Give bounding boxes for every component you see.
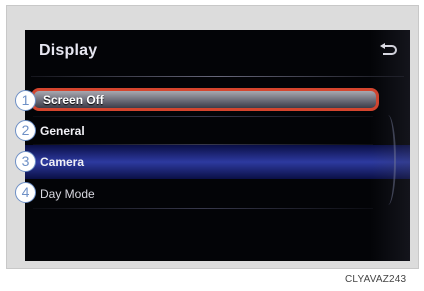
menu-item-general[interactable]: General [31, 118, 379, 144]
back-arrow-icon [380, 43, 397, 55]
header-divider [31, 76, 404, 77]
menu-item-camera[interactable]: Camera [25, 145, 410, 179]
callout-4: 4 [15, 182, 36, 203]
menu-item-day-mode[interactable]: Day Mode [31, 181, 379, 207]
callout-2: 2 [15, 120, 36, 141]
callout-1: 1 [15, 90, 36, 111]
back-button[interactable] [376, 40, 400, 62]
screen-title: Display [39, 42, 98, 59]
menu-item-label: Camera [40, 155, 85, 169]
menu-item-label: Day Mode [40, 187, 95, 201]
menu-item-label: General [40, 124, 85, 138]
menu-item-label: Screen Off [43, 92, 104, 107]
divider [33, 208, 373, 209]
figure-code: CLYAVAZ243 [345, 274, 407, 285]
divider [33, 116, 373, 117]
menu-item-screen-off[interactable]: Screen Off [31, 88, 379, 111]
callout-3: 3 [15, 151, 36, 172]
display-screen: Display Screen Off General Camera Day Mo… [25, 30, 410, 261]
scroll-indicator[interactable] [380, 115, 396, 205]
